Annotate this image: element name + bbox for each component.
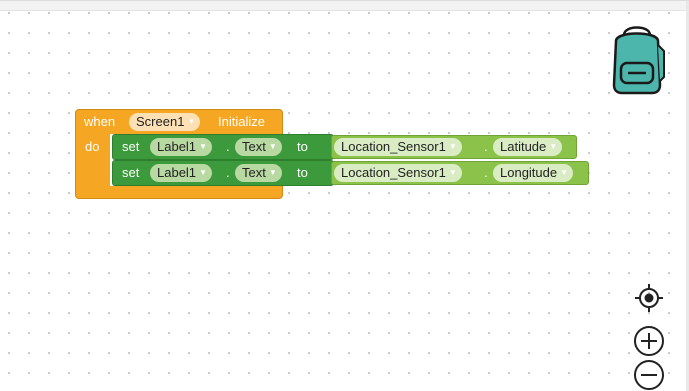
chevron-down-icon: ▼ bbox=[268, 168, 277, 177]
screen-component-dropdown[interactable]: Screen1 ▼ bbox=[129, 113, 201, 131]
sensor-component-label: Location_Sensor1 bbox=[341, 165, 446, 180]
to-label: to bbox=[297, 139, 308, 154]
sensor-component-dropdown[interactable]: Location_Sensor1 ▼ bbox=[334, 164, 462, 182]
when-label: when bbox=[84, 114, 116, 129]
set-label: set bbox=[122, 165, 140, 180]
blocks-workspace[interactable]: when Screen1 ▼ Initialize do set Label1 … bbox=[0, 0, 689, 391]
property-dropdown[interactable]: Text ▼ bbox=[235, 164, 282, 182]
dot-separator: . bbox=[484, 165, 488, 180]
top-strip bbox=[0, 1, 689, 11]
chevron-down-icon: ▼ bbox=[448, 168, 457, 177]
label-component-label: Label1 bbox=[157, 139, 197, 154]
property-dropdown[interactable]: Text ▼ bbox=[235, 138, 282, 156]
chevron-down-icon: ▼ bbox=[199, 168, 208, 177]
label-component-dropdown[interactable]: Label1 ▼ bbox=[150, 138, 213, 156]
dot-separator: . bbox=[226, 165, 230, 180]
do-label: do bbox=[85, 139, 100, 154]
chevron-down-icon: ▼ bbox=[560, 168, 569, 177]
chevron-down-icon: ▼ bbox=[199, 142, 208, 151]
crosshair-icon[interactable] bbox=[633, 282, 665, 314]
set-label: set bbox=[122, 139, 140, 154]
property-label: Text bbox=[242, 139, 266, 154]
sensor-property-dropdown[interactable]: Latitude ▼ bbox=[493, 138, 563, 156]
dot-separator: . bbox=[484, 139, 488, 154]
screen-component-label: Screen1 bbox=[136, 114, 185, 129]
to-label: to bbox=[297, 165, 308, 180]
label-component-dropdown[interactable]: Label1 ▼ bbox=[150, 164, 213, 182]
sensor-component-label: Location_Sensor1 bbox=[341, 139, 446, 154]
chevron-down-icon: ▼ bbox=[268, 142, 277, 151]
chevron-down-icon: ▼ bbox=[549, 142, 558, 151]
sensor-property-dropdown[interactable]: Longitude ▼ bbox=[493, 164, 574, 182]
label-component-label: Label1 bbox=[157, 165, 197, 180]
property-label: Text bbox=[242, 165, 266, 180]
sensor-component-dropdown[interactable]: Location_Sensor1 ▼ bbox=[334, 138, 462, 156]
chevron-down-icon: ▼ bbox=[187, 117, 196, 126]
backpack-icon[interactable] bbox=[606, 21, 668, 95]
event-name-label: Initialize bbox=[218, 114, 265, 129]
chevron-down-icon: ▼ bbox=[448, 142, 457, 151]
dot-separator: . bbox=[226, 139, 230, 154]
sensor-property-label: Longitude bbox=[500, 165, 558, 180]
minus-icon[interactable] bbox=[632, 358, 666, 391]
plus-icon[interactable] bbox=[632, 324, 666, 358]
sensor-property-label: Latitude bbox=[500, 139, 547, 154]
